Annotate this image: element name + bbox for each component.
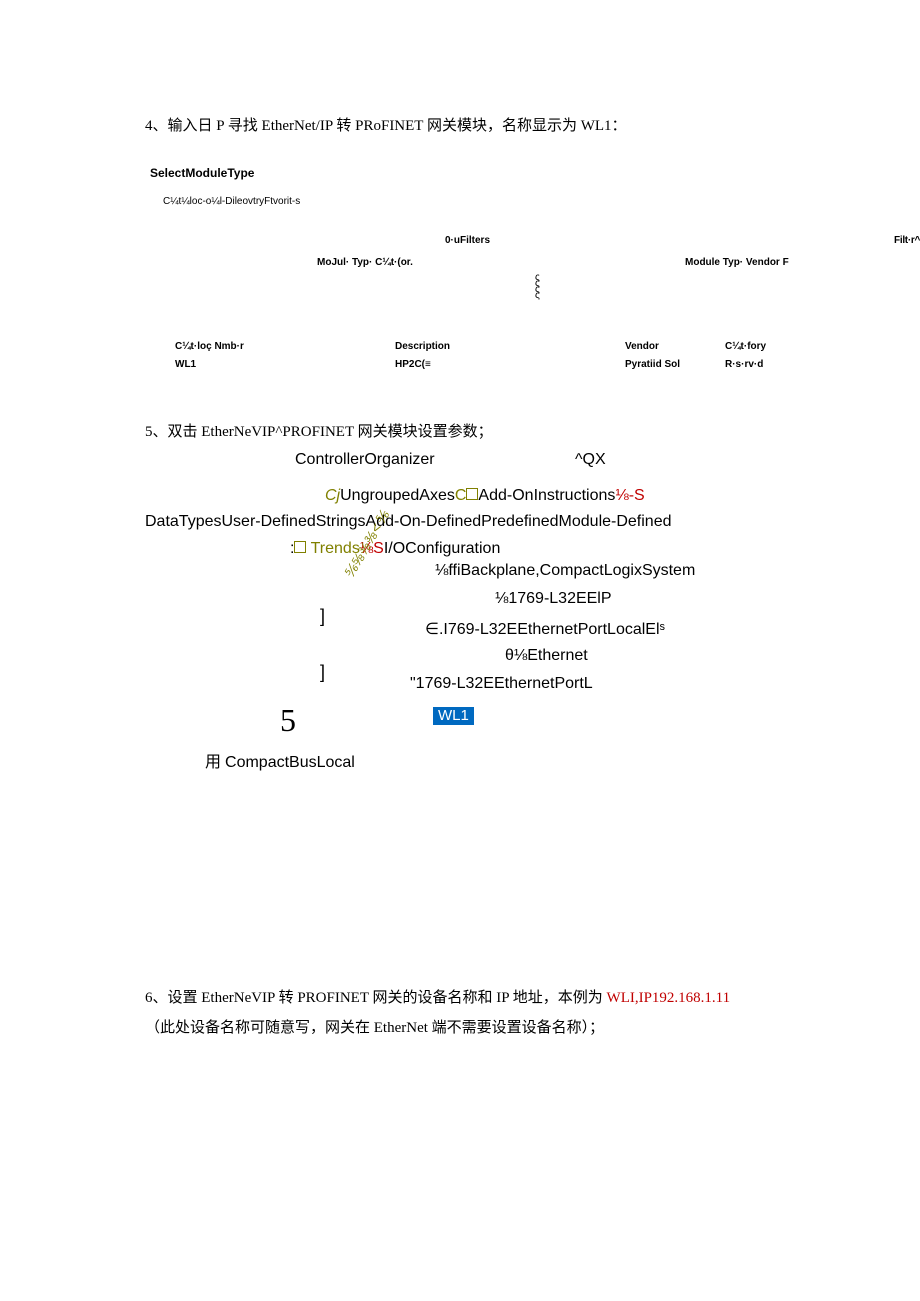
tree-frag-cj: Cj xyxy=(325,487,340,504)
filters-row: 0·uFilters Filt·r^ xyxy=(145,235,860,249)
digit-5: 5 xyxy=(280,702,296,739)
header-description: Description xyxy=(395,341,450,352)
step5-block: 5、双击 EtherNeVIP^PROFINET 网关模块设置参数； Contr… xyxy=(145,421,860,772)
dialog-title: SelectModuleType xyxy=(150,166,860,180)
tree-frag-18s: ⅛-S xyxy=(615,487,644,504)
result-headers: C¼t·loç Nmb·r Description Vendor C¼t·for… xyxy=(145,341,860,355)
tree-frag-datatypes: DataTypesUser-DefinedStringsAdd-On-Defin… xyxy=(145,509,860,535)
step6-line1-a: 6、设置 EtherNeVIP 转 PROFINET 网关的设备名称和 IP 地… xyxy=(145,990,607,1006)
step4-text: 4、输入日 P 寻找 EtherNet/IP 转 PRoFINET 网关模块，名… xyxy=(145,115,860,138)
bracket-icon: ] xyxy=(320,606,325,627)
tree-frag-addon: Add-OnInstructions xyxy=(478,487,615,504)
box-icon2 xyxy=(294,541,306,553)
tree-graphic: ⅚⅝⅜⅜<⅚ ] ] 5 ⅛ffiBackplane,CompactLogixS… xyxy=(145,562,860,752)
box-icon xyxy=(466,488,478,500)
cell-description: HP2C(≡ xyxy=(395,359,431,370)
tree-node-ethernet-port-l[interactable]: "1769-L32EEthernetPortL xyxy=(410,675,593,693)
header-vendor: Vendor xyxy=(625,341,659,352)
tree-text-block: CjUngroupedAxesC Add-OnInstructions⅛-S Dat… xyxy=(145,483,860,534)
step6-block: 6、设置 EtherNeVIP 转 PROFINET 网关的设备名称和 IP 地… xyxy=(145,987,860,1040)
organizer-header: ControllerOrganizer ^QX xyxy=(145,451,860,473)
module-type-category-label: MoJul· Typ· C¼t·(or. xyxy=(317,257,413,268)
step6-line2: （此处设备名称可随意写，网关在 EtherNet 端不需要设置设备名称）； xyxy=(145,1017,860,1040)
document-page: 4、输入日 P 寻找 EtherNet/IP 转 PRoFINET 网关模块，名… xyxy=(0,0,920,1090)
filters-left-label: 0·uFilters xyxy=(445,235,490,246)
compact-bus-latin: CompactBusLocal xyxy=(225,754,355,771)
checkbox-glyphs: ςςςς xyxy=(535,275,860,299)
filters-right-label: Filt·r^ xyxy=(894,235,920,246)
cell-catalog-number: WL1 xyxy=(175,359,196,370)
tree-frag-c: C xyxy=(455,487,467,504)
tree-frag-ungrouped: UngroupedAxes xyxy=(340,487,455,504)
tree-node-backplane[interactable]: ⅛ffiBackplane,CompactLogixSystem xyxy=(435,562,695,580)
header-category: C¼t·fory xyxy=(725,341,766,352)
tree-node-wl1-selected[interactable]: WL1 xyxy=(433,707,474,725)
qx-label: ^QX xyxy=(575,451,606,469)
dialog-tabs: C¼t¼loc-o¼l-DileovtryFtvorit-s xyxy=(163,196,860,207)
tree-node-1769-l32eeip[interactable]: ⅛1769-L32EElP xyxy=(495,590,612,608)
tree-text-block2: : Trends⅛SI/OConfiguration xyxy=(145,536,860,562)
cell-vendor: Pyratiid Sol xyxy=(625,359,680,370)
tree-frag-ioconfig: I/OConfiguration xyxy=(384,540,501,557)
step6-line1-red: WLI,IP192.168.1.11 xyxy=(607,990,731,1006)
cell-category: R·s·rv·d xyxy=(725,359,763,370)
select-module-dialog: SelectModuleType C¼t¼loc-o¼l-DileovtryFt… xyxy=(145,166,860,373)
compact-bus-cjk: 用 xyxy=(205,754,225,771)
tree-node-ethernet[interactable]: θ⅛Ethernet xyxy=(505,647,588,665)
controller-organizer-label: ControllerOrganizer xyxy=(295,451,435,469)
header-catalog-number: C¼t·loç Nmb·r xyxy=(175,341,244,352)
type-row: MoJul· Typ· C¼t·(or. Module Typ· Vendor … xyxy=(145,257,860,271)
tree-node-ethernet-port-local[interactable]: ∈.I769-L32EEthernetPortLocalElˢ xyxy=(425,619,665,639)
step6-line1: 6、设置 EtherNeVIP 转 PROFINET 网关的设备名称和 IP 地… xyxy=(145,987,860,1010)
module-type-vendor-label: Module Typ· Vendor F xyxy=(685,257,789,268)
result-row[interactable]: WL1 HP2C(≡ Pyratiid Sol R·s·rv·d xyxy=(145,359,860,373)
bracket-icon2: ] xyxy=(320,662,325,683)
step5-text: 5、双击 EtherNeVIP^PROFINET 网关模块设置参数； xyxy=(145,421,860,444)
